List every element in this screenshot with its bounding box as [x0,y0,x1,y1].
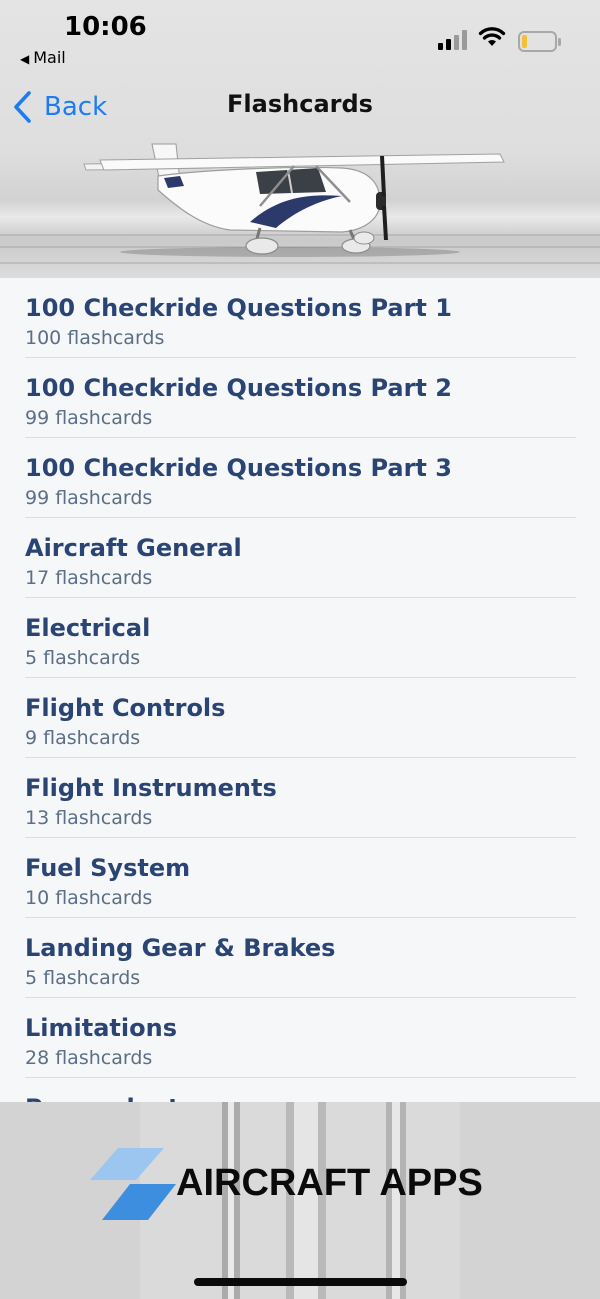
signal-icon [438,30,467,50]
airplane-image [83,143,505,257]
home-indicator[interactable] [194,1278,407,1286]
list-item[interactable]: Limitations 28 flashcards [25,998,576,1078]
list-item-count: 28 flashcards [25,1047,153,1069]
list-item-count: 5 flashcards [25,967,141,989]
aircraft-apps-logo-icon [90,1148,176,1220]
list-item[interactable]: Flight Controls 9 flashcards [25,678,576,758]
list-item-title: 100 Checkride Questions Part 2 [25,374,452,402]
page-title: Flashcards [227,90,373,118]
list-item-title: Landing Gear & Brakes [25,934,336,962]
list-item[interactable]: Fuel System 10 flashcards [25,838,576,918]
flashcard-deck-list[interactable]: 100 Checkride Questions Part 1 100 flash… [0,278,600,1102]
list-item-count: 5 flashcards [25,647,141,669]
list-item[interactable]: Landing Gear & Brakes 5 flashcards [25,918,576,998]
list-item[interactable]: Electrical 5 flashcards [25,598,576,678]
status-bar: 10:06 ◀ Mail [0,0,600,80]
list-item-title: Aircraft General [25,534,242,562]
wifi-icon [478,27,506,46]
back-to-app-label: Mail [33,48,66,67]
list-item[interactable]: 100 Checkride Questions Part 1 100 flash… [25,278,576,358]
list-item[interactable]: 100 Checkride Questions Part 3 99 flashc… [25,438,576,518]
footer-banner: AIRCRAFT APPS [0,1102,600,1299]
status-time: 10:06 [64,12,147,42]
battery-icon [518,31,561,52]
list-item-count: 13 flashcards [25,807,153,829]
navigation-bar: Back Flashcards [0,84,600,130]
list-item-title: Fuel System [25,854,191,882]
list-item-title: 100 Checkride Questions Part 1 [25,294,452,322]
back-triangle-icon: ◀ [20,52,30,66]
list-item[interactable]: Powerplant [25,1078,576,1102]
list-item-title: Flight Instruments [25,774,277,802]
list-item-title: Flight Controls [25,694,226,722]
list-item[interactable]: Flight Instruments 13 flashcards [25,758,576,838]
list-item-title: Limitations [25,1014,177,1042]
list-item-title: Powerplant [25,1094,180,1102]
list-item-count: 17 flashcards [25,567,153,589]
list-item-title: Electrical [25,614,151,642]
list-item-count: 10 flashcards [25,887,153,909]
list-item-count: 99 flashcards [25,407,153,429]
back-to-app-link[interactable]: ◀ Mail [20,48,66,67]
list-item-count: 9 flashcards [25,727,141,749]
brand-name: AIRCRAFT APPS [176,1162,483,1204]
list-item[interactable]: Aircraft General 17 flashcards [25,518,576,598]
list-item-count: 100 flashcards [25,327,165,349]
list-item-title: 100 Checkride Questions Part 3 [25,454,452,482]
list-item[interactable]: 100 Checkride Questions Part 2 99 flashc… [25,358,576,438]
list-item-count: 99 flashcards [25,487,153,509]
